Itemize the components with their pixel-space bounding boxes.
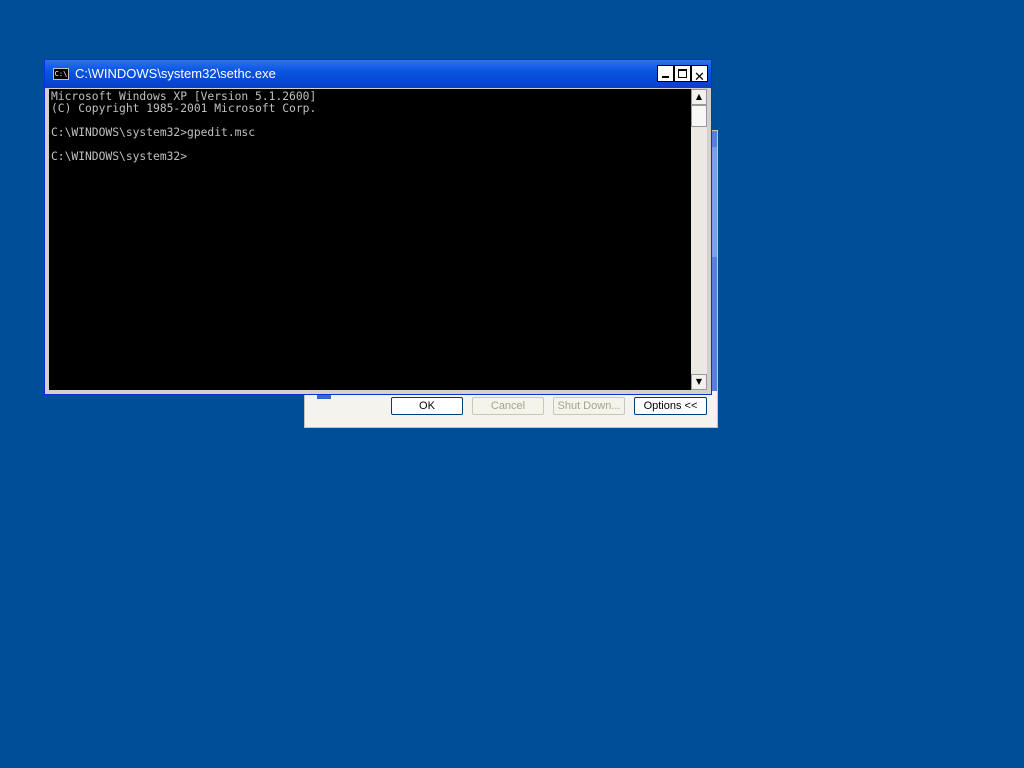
maximize-icon xyxy=(678,69,687,78)
scroll-thumb[interactable] xyxy=(691,105,707,127)
close-icon: ✕ xyxy=(694,70,705,85)
shutdown-button: Shut Down... xyxy=(553,397,625,415)
vertical-scrollbar[interactable]: ▲ ▼ xyxy=(691,89,707,390)
minimize-icon xyxy=(662,76,669,78)
keyboard-icon xyxy=(317,395,331,399)
maximize-button[interactable] xyxy=(674,65,691,82)
console-window[interactable]: C:\ C:\WINDOWS\system32\sethc.exe ✕ Micr… xyxy=(44,59,712,395)
options-button[interactable]: Options << xyxy=(634,397,707,415)
console-output-area[interactable]: Microsoft Windows XP [Version 5.1.2600] … xyxy=(49,89,691,390)
cancel-button: Cancel xyxy=(472,397,544,415)
console-output: Microsoft Windows XP [Version 5.1.2600] … xyxy=(51,90,317,163)
scroll-down-arrow-icon[interactable]: ▼ xyxy=(691,374,707,390)
window-title: C:\WINDOWS\system32\sethc.exe xyxy=(75,66,276,81)
minimize-button[interactable] xyxy=(657,65,674,82)
command-prompt-icon[interactable]: C:\ xyxy=(53,68,69,80)
ok-button[interactable]: OK xyxy=(391,397,463,415)
close-button[interactable]: ✕ xyxy=(691,65,708,85)
title-bar[interactable]: C:\ C:\WINDOWS\system32\sethc.exe ✕ xyxy=(45,60,711,88)
scroll-up-arrow-icon[interactable]: ▲ xyxy=(691,89,707,105)
